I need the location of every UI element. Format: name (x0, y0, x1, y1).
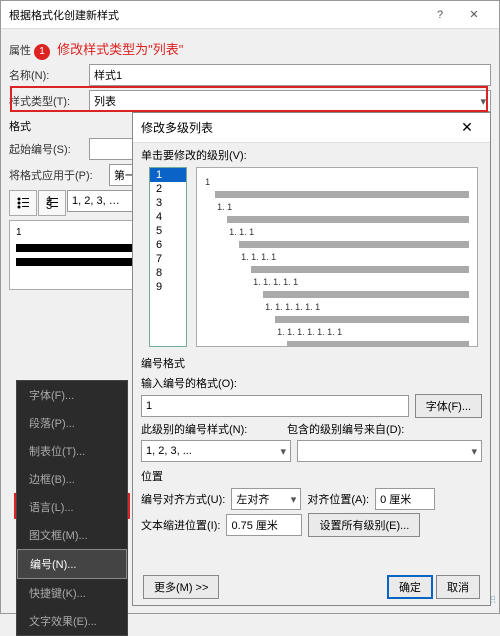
level-1[interactable]: 1 (150, 168, 186, 182)
numformat-label: 编号格式 (141, 355, 482, 371)
align-select[interactable]: 左对齐 (231, 488, 301, 510)
enter-format-label: 输入编号的格式(O): (141, 375, 237, 391)
font-button[interactable]: 字体(F)... (415, 394, 482, 418)
apply-to-label: 将格式应用于(P): (9, 167, 109, 183)
menu-numbering[interactable]: 编号(N)... (17, 549, 127, 579)
menu-frame[interactable]: 图文框(M)... (17, 521, 127, 549)
align-label: 编号对齐方式(U): (141, 491, 225, 507)
help-button[interactable]: ? (423, 1, 457, 29)
main-titlebar: 根据格式化创建新样式 ? ✕ (1, 1, 499, 29)
enter-format-input[interactable] (141, 395, 409, 417)
menu-language[interactable]: 语言(L)... (17, 493, 127, 521)
indent-label: 文本缩进位置(I): (141, 517, 220, 533)
indent-input[interactable] (226, 514, 302, 536)
level-2[interactable]: 2 (150, 182, 186, 196)
name-label: 名称(N): (9, 67, 89, 83)
include-select[interactable] (297, 440, 482, 462)
level-9[interactable]: 9 (150, 280, 186, 294)
more-button[interactable]: 更多(M) >> (143, 575, 219, 599)
level-6[interactable]: 6 (150, 238, 186, 252)
alignpos-label: 对齐位置(A): (307, 491, 369, 507)
close-button[interactable]: ✕ (457, 1, 491, 29)
start-num-label: 起始编号(S): (9, 141, 89, 157)
level-7[interactable]: 7 (150, 252, 186, 266)
bullet-style-btn[interactable] (9, 190, 37, 216)
menu-border[interactable]: 边框(B)... (17, 465, 127, 493)
type-highlight-box (10, 86, 488, 112)
level-4[interactable]: 4 (150, 210, 186, 224)
ok-button[interactable]: 确定 (387, 575, 433, 599)
setall-button[interactable]: 设置所有级别(E)... (308, 513, 420, 537)
alignpos-input[interactable] (375, 488, 435, 510)
numstyle-select[interactable]: 1, 2, 3, ... (141, 440, 291, 462)
number-style-btn[interactable]: 123 (38, 190, 66, 216)
level-list[interactable]: 1 2 3 4 5 6 7 8 9 (149, 167, 187, 347)
level-preview: 1 1. 1 1. 1. 1 1. 1. 1. 1 1. 1. 1. 1. 1 … (196, 167, 478, 347)
position-label: 位置 (141, 468, 482, 484)
sub-bottom-bar: 更多(M) >> 确定 取消 (133, 575, 490, 599)
properties-label: 属性 1 修改样式类型为"列表" (9, 39, 491, 60)
level-label: 单击要修改的级别(V): (141, 147, 482, 163)
multilevel-dialog: 修改多级列表 ✕ 单击要修改的级别(V): 1 2 3 4 5 6 7 8 9 … (132, 112, 491, 606)
sub-titlebar: 修改多级列表 ✕ (133, 113, 490, 143)
menu-shortcut[interactable]: 快捷键(K)... (17, 579, 127, 607)
level-8[interactable]: 8 (150, 266, 186, 280)
main-title: 根据格式化创建新样式 (9, 7, 423, 23)
sub-title-text: 修改多级列表 (141, 119, 452, 136)
menu-text-effects[interactable]: 文字效果(E)... (17, 607, 127, 635)
svg-text:3: 3 (46, 200, 52, 210)
level-3[interactable]: 3 (150, 196, 186, 210)
menu-tabs[interactable]: 制表位(T)... (17, 437, 127, 465)
cancel-button[interactable]: 取消 (436, 575, 480, 599)
annotation-badge: 1 (34, 44, 50, 60)
format-menu: 字体(F)... 段落(P)... 制表位(T)... 边框(B)... 语言(… (16, 380, 128, 636)
name-input[interactable] (89, 64, 491, 86)
menu-font[interactable]: 字体(F)... (17, 381, 127, 409)
level-5[interactable]: 5 (150, 224, 186, 238)
menu-paragraph[interactable]: 段落(P)... (17, 409, 127, 437)
annotation-text: 修改样式类型为"列表" (57, 42, 183, 57)
numstyle-label: 此级别的编号样式(N): (141, 421, 281, 437)
include-label: 包含的级别编号来自(D): (287, 421, 404, 437)
sub-close-button[interactable]: ✕ (452, 119, 482, 136)
